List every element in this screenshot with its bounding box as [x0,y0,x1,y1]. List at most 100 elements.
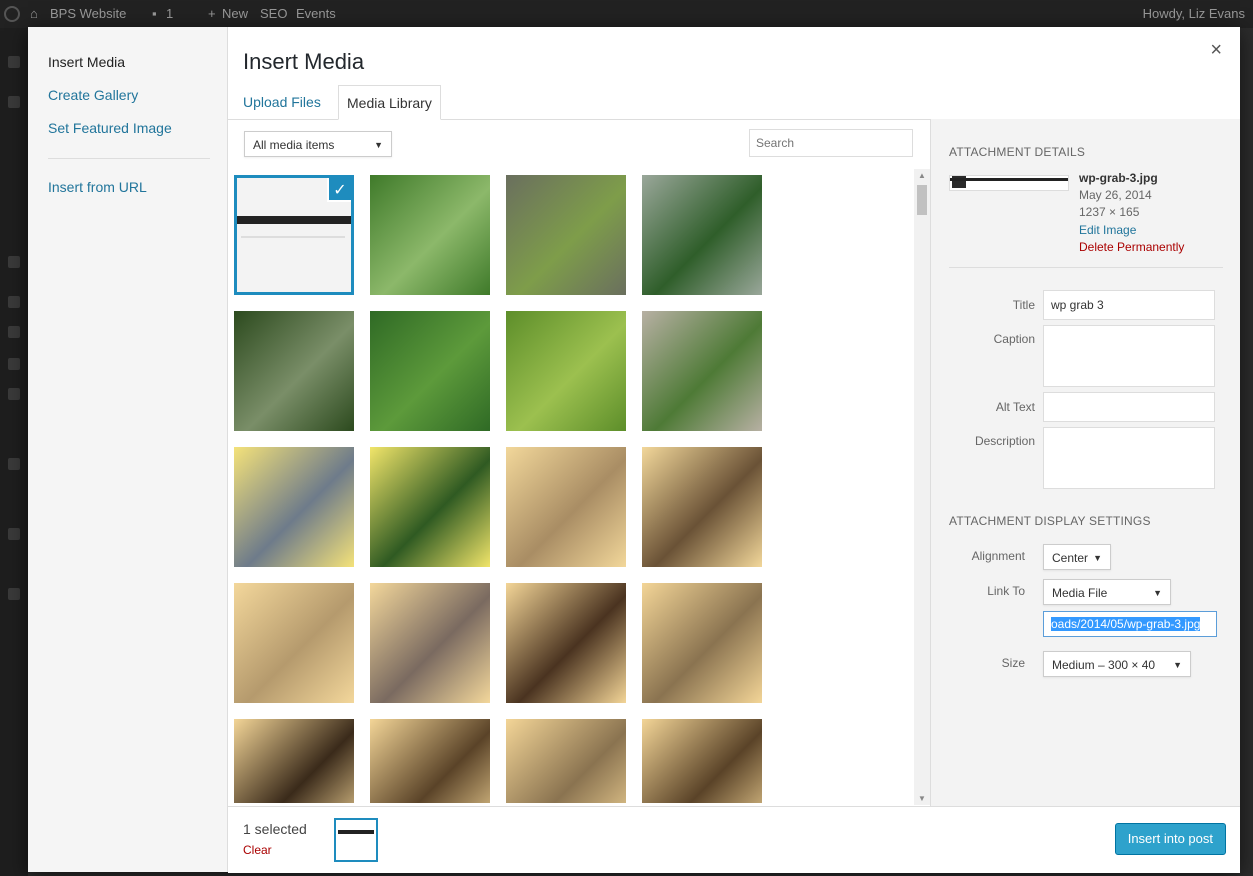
delete-permanently-link[interactable]: Delete Permanently [1079,240,1184,254]
media-thumbnail[interactable] [642,583,762,703]
edit-image-link[interactable]: Edit Image [1079,223,1136,237]
insert-media-modal: Insert Media Create Gallery Set Featured… [28,27,1240,873]
attachment-filename: wp-grab-3.jpg [1079,171,1158,185]
media-thumbnail[interactable] [506,719,626,803]
comments-icon[interactable]: ▪ [152,0,157,28]
link-to-select[interactable]: Media File ▼ [1043,579,1171,605]
attachment-details-heading: ATTACHMENT DETAILS [949,145,1086,159]
admin-bar-site-name[interactable]: BPS Website [50,0,126,28]
menu-separator [48,158,210,159]
tab-upload-files[interactable]: Upload Files [235,85,329,119]
media-thumbnail[interactable] [506,447,626,567]
menu-insert-media[interactable]: Insert Media [48,54,125,70]
menu-insert-from-url[interactable]: Insert from URL [48,179,147,195]
attachment-thumbnail [949,175,1069,191]
alt-text-field[interactable] [1043,392,1215,422]
media-filter-select[interactable]: All media items ▼ [244,131,392,157]
check-icon[interactable]: ✓ [327,178,351,202]
media-thumbnail[interactable] [234,447,354,567]
attachment-dimensions: 1237 × 165 [1079,205,1140,219]
wordpress-logo-icon[interactable] [4,6,20,22]
media-filter-value: All media items [253,138,335,152]
posts-icon [8,96,20,108]
admin-bar-seo[interactable]: SEO [260,0,287,28]
alignment-select[interactable]: Center ▼ [1043,544,1111,570]
description-field[interactable] [1043,427,1215,489]
admin-menu-sidebar [0,28,28,876]
media-thumbnail[interactable] [370,447,490,567]
link-to-label: Link To [987,584,1025,598]
media-thumbnail[interactable] [642,719,762,803]
selection-thumbnail[interactable] [334,818,378,862]
appearance-icon [8,358,20,370]
thumbnail-bar [950,178,1068,181]
admin-bar: ⌂ BPS Website ▪ 1 + New SEO Events Howdy… [0,0,1253,28]
chevron-down-icon: ▼ [374,140,383,150]
plus-icon: + [208,6,216,21]
dashboard-icon [8,56,20,68]
pages-icon [8,296,20,308]
media-thumbnail[interactable] [642,175,762,295]
media-thumbnail[interactable] [370,175,490,295]
search-input[interactable] [749,129,913,157]
comments-menu-icon [8,326,20,338]
title-label: Title [1012,298,1035,312]
admin-bar-new[interactable]: New [222,0,248,28]
media-thumbnail[interactable] [506,175,626,295]
alignment-value: Center [1052,551,1089,565]
selection-thumbnail-bar [338,830,374,834]
size-value: Medium – 300 × 40 [1052,658,1156,672]
alignment-label: Alignment [971,549,1025,563]
caption-label: Caption [993,332,1035,346]
media-thumbnail[interactable] [370,583,490,703]
scroll-down-icon[interactable]: ▼ [918,794,926,803]
link-to-value: Media File [1052,586,1108,600]
modal-title: Insert Media [243,49,365,74]
clear-selection-link[interactable]: Clear [243,843,272,857]
plugins-icon [8,388,20,400]
media-thumbnail[interactable] [234,583,354,703]
admin-bar-greeting[interactable]: Howdy, Liz Evans [1143,0,1245,28]
media-thumbnail[interactable] [642,447,762,567]
tools-icon [8,528,20,540]
insert-into-post-button[interactable]: Insert into post [1114,823,1226,855]
caption-field[interactable] [1043,325,1215,387]
description-label: Description [974,434,1035,448]
media-thumbnail[interactable] [642,311,762,431]
comments-count[interactable]: 1 [166,0,173,28]
media-menu: Insert Media Create Gallery Set Featured… [28,27,228,872]
media-thumbnail[interactable] [506,311,626,431]
media-footer-toolbar: 1 selected Clear Insert into post [228,806,1240,873]
chevron-down-icon: ▼ [1153,588,1162,598]
media-thumbnail[interactable] [506,583,626,703]
thumbnail-light-line [241,236,345,238]
media-thumbnail[interactable]: ✓ [234,175,354,295]
close-icon[interactable]: × [1210,39,1222,62]
size-label: Size [1001,656,1025,670]
admin-bar-events[interactable]: Events [296,0,336,28]
thumbnail-dark-bar [237,216,351,224]
size-select[interactable]: Medium – 300 × 40 ▼ [1043,651,1191,677]
menu-set-featured-image[interactable]: Set Featured Image [48,120,172,136]
media-toolbar: All media items ▼ [228,119,930,167]
tab-media-library[interactable]: Media Library [338,85,441,120]
link-url-field[interactable]: oads/2014/05/wp-grab-3.jpg [1043,611,1217,637]
selection-count: 1 selected [243,821,307,837]
alt-text-label: Alt Text [995,400,1035,414]
grid-scrollbar[interactable]: ▲ ▼ [914,169,930,805]
media-thumbnail[interactable] [234,311,354,431]
attachment-sidebar: ATTACHMENT DETAILS wp-grab-3.jpg May 26,… [930,119,1240,806]
scrollbar-thumb[interactable] [917,185,927,215]
media-thumbnail[interactable] [370,311,490,431]
display-settings-heading: ATTACHMENT DISPLAY SETTINGS [949,514,1151,528]
users-icon [8,458,20,470]
media-thumbnail[interactable] [234,719,354,803]
media-thumbnail[interactable] [370,719,490,803]
title-field[interactable]: wp grab 3 [1043,290,1215,320]
menu-create-gallery[interactable]: Create Gallery [48,87,138,103]
media-icon [8,256,20,268]
chevron-down-icon: ▼ [1173,660,1182,670]
scroll-up-icon[interactable]: ▲ [918,171,926,180]
chevron-down-icon: ▼ [1093,553,1102,563]
settings-icon [8,588,20,600]
